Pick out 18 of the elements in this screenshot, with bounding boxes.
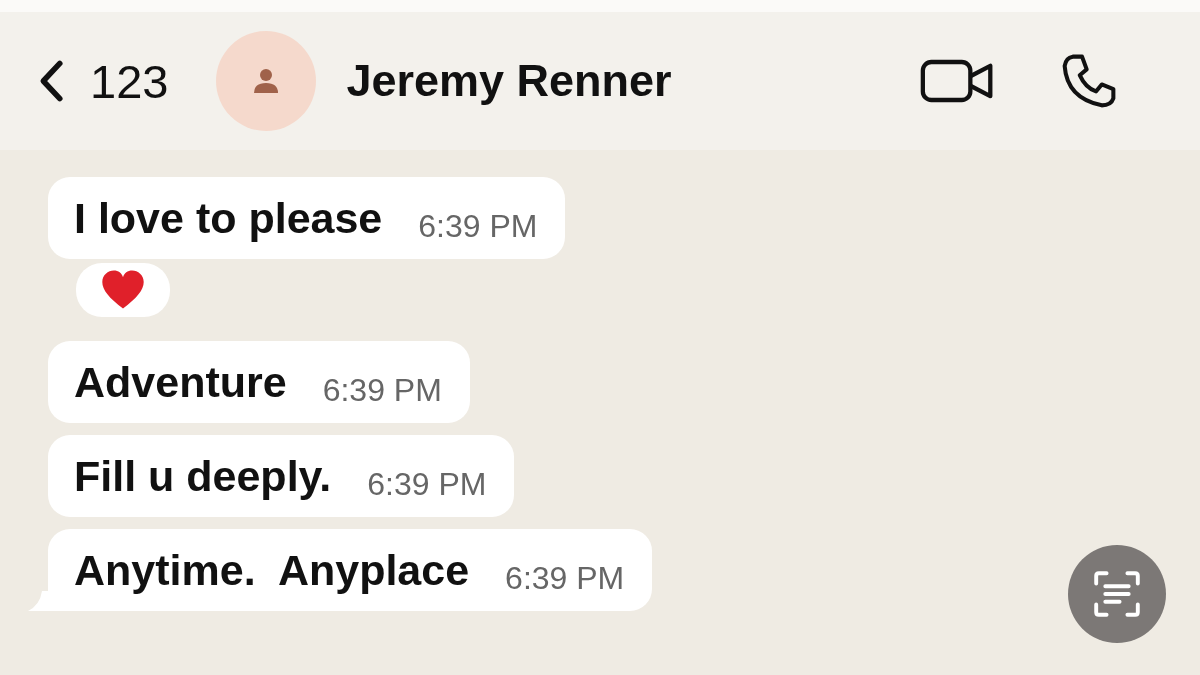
phone-call-icon[interactable] (1060, 52, 1118, 110)
heart-icon (100, 268, 146, 311)
contact-name[interactable]: Jeremy Renner (346, 55, 672, 107)
message-time: 6:39 PM (418, 207, 538, 246)
message-time: 6:39 PM (505, 559, 625, 598)
scan-text-icon (1091, 568, 1143, 620)
message-time: 6:39 PM (367, 465, 487, 504)
message-bubble[interactable]: Fill u deeply. 6:39 PM (48, 434, 515, 517)
message-time: 6:39 PM (322, 371, 442, 410)
reaction-pill[interactable] (76, 262, 170, 317)
message-bubble[interactable]: I love to please 6:39 PM (48, 177, 566, 259)
message-text: Fill u deeply. (74, 450, 332, 502)
message-text: Anytime. Anyplace (74, 544, 470, 596)
message-bubble[interactable]: Anytime. Anyplace 6:39 PM (48, 528, 653, 611)
message-text: Adventure (74, 356, 287, 408)
back-button[interactable]: 123 (34, 53, 169, 109)
message-bubble[interactable]: Adventure 6:39 PM (48, 340, 470, 423)
message-text: I love to please (74, 193, 383, 244)
